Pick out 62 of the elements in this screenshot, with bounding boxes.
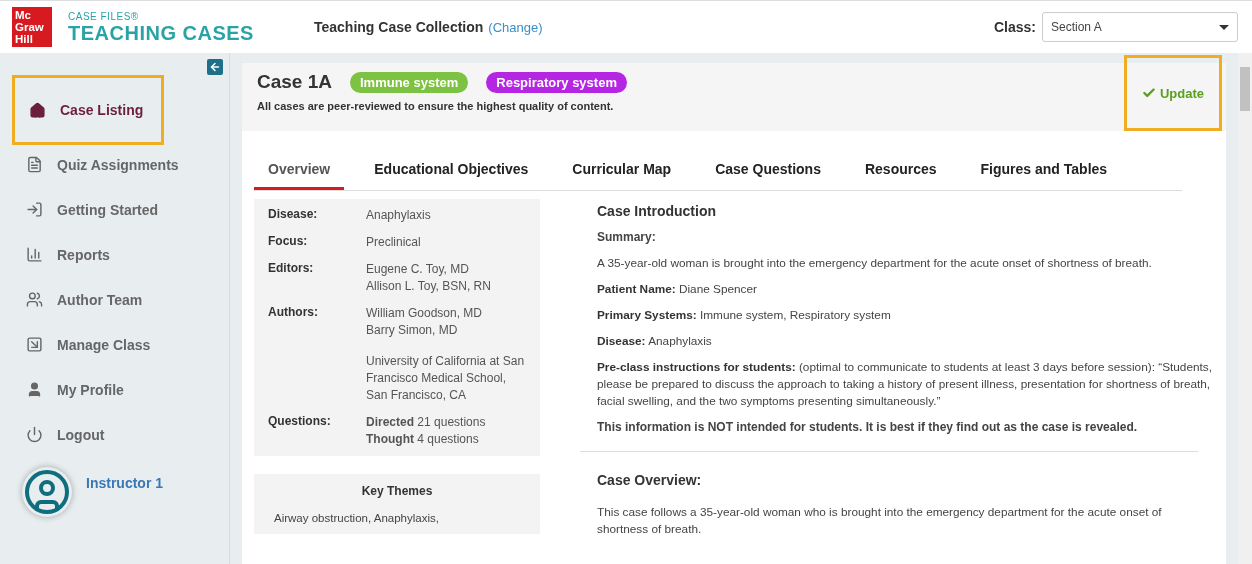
- document-icon: [26, 156, 43, 173]
- detail-value: Eugene C. Toy, MD Allison L. Toy, BSN, RN: [366, 261, 492, 295]
- sidebar-item[interactable]: Manage Class: [12, 322, 229, 367]
- tag: Immune system: [350, 71, 469, 93]
- detail-label: Disease:: [268, 207, 319, 223]
- update-button[interactable]: Update: [1135, 84, 1211, 102]
- detail-label: Focus:: [268, 234, 309, 250]
- caret-icon: [1219, 24, 1229, 30]
- tab[interactable]: Case Questions: [701, 153, 835, 190]
- section-heading: Case Overview:: [597, 472, 703, 488]
- detail-value: Directed 21 questions Thought 4 questions: [366, 414, 487, 448]
- paragraph: Disease: Anaphylaxis: [597, 333, 713, 350]
- detail-label: Authors:: [268, 305, 319, 321]
- sidebar-item[interactable]: My Profile: [12, 367, 229, 412]
- class-label: Class:: [993, 19, 1036, 35]
- tab[interactable]: Resources: [850, 153, 951, 190]
- power-icon: [26, 426, 43, 443]
- person-icon: [26, 381, 43, 398]
- sign-in-icon: [26, 201, 43, 218]
- sidebar-item[interactable]: Getting Started: [12, 187, 229, 232]
- paragraph: Patient Name: Diane Spencer: [597, 281, 758, 298]
- detail-value: William Goodson, MD Barry Simon, MD: [366, 305, 484, 339]
- paragraph: Pre-class instructions for students: (optimal to communicate to students at least 3 days before session): “Students, please be prepared to discuss the approach to taking a history of present illness, presentation for shortness of breath, facial swelling, and the two symptoms presenting simultaneously.”: [597, 359, 1213, 410]
- sidebar-item[interactable]: Case Listing: [15, 87, 144, 133]
- sidebar-item[interactable]: Logout: [12, 412, 229, 457]
- people-icon: [26, 291, 43, 308]
- home-icon: [29, 101, 46, 119]
- detail-value: Preclinical: [366, 234, 422, 251]
- check-icon: [1141, 86, 1156, 100]
- paragraph: Primary Systems: Immune system, Respiratory system: [597, 307, 892, 324]
- scrollbar[interactable]: [1238, 53, 1252, 564]
- class-select[interactable]: Section A: [1042, 12, 1238, 42]
- tab[interactable]: Curricular Map: [558, 153, 686, 190]
- tag: Respiratory system: [486, 71, 627, 93]
- case-title: Case 1A: [257, 71, 332, 93]
- collapse-button[interactable]: [207, 59, 223, 75]
- tab[interactable]: Figures and Tables: [966, 153, 1122, 190]
- bar-chart-icon: [26, 246, 43, 263]
- key-themes-text: Airway obstruction, Anaphylaxis,: [274, 512, 440, 524]
- logo: Mc Graw Hill: [12, 7, 52, 47]
- tab[interactable]: Overview: [254, 153, 345, 190]
- user-name[interactable]: Instructor 1: [86, 475, 163, 491]
- product-name: TEACHING CASES: [68, 21, 255, 44]
- paragraph: This case follows a 35-year-old woman who is brought into the emergency department for the acute onset of shortness of breath.: [597, 504, 1163, 538]
- collection-title: Teaching Case Collection: [314, 19, 484, 35]
- bold-paragraph: This information is NOT intended for students. It is best if they find out as the case is revealed.: [597, 419, 1139, 436]
- key-themes-title: Key Themes: [360, 484, 434, 498]
- section-heading: Case Introduction: [597, 203, 717, 219]
- detail-label: Questions:: [268, 414, 332, 430]
- product-tagline: CASE FILES®: [68, 10, 140, 22]
- avatar-icon: [22, 467, 72, 517]
- sidebar-item[interactable]: Author Team: [12, 277, 229, 322]
- detail-value: University of California at San Francisco Medical School, San Francisco, CA: [366, 353, 526, 404]
- change-link[interactable]: (Change): [488, 19, 543, 35]
- case-subtitle: All cases are peer-reviewed to ensure the highest quality of content.: [257, 100, 615, 112]
- sidebar-item[interactable]: Quiz Assignments: [12, 142, 229, 187]
- detail-value: Anaphylaxis: [366, 207, 432, 224]
- tab[interactable]: Educational Objectives: [360, 153, 543, 190]
- sidebar-item[interactable]: Reports: [12, 232, 229, 277]
- paragraph: A 35-year-old woman is brought into the emergency department for the acute onset of shortness of breath.: [597, 255, 1153, 272]
- detail-label: Editors:: [268, 261, 315, 277]
- bold-paragraph: Summary:: [597, 229, 657, 246]
